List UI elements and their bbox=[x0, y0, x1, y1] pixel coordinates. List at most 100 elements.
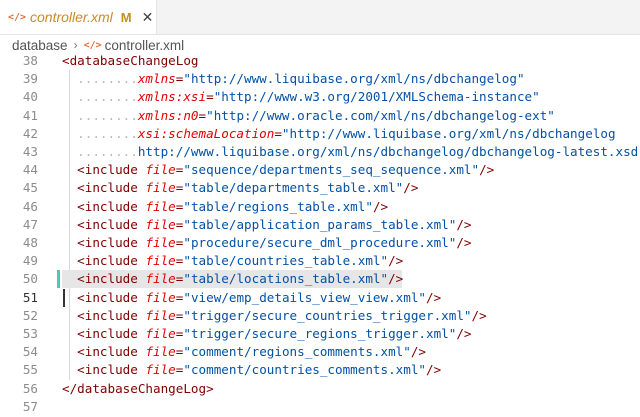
code-line[interactable]: 53 <include file="trigger/secure_regions… bbox=[0, 325, 640, 343]
git-change-marker[interactable] bbox=[57, 270, 60, 289]
line-number: 51 bbox=[22, 289, 38, 305]
xml-attribute-value: http://www.liquibase.org/xml/ns/dbchange… bbox=[137, 144, 640, 159]
xml-attribute: file bbox=[145, 253, 176, 269]
xml-attribute: file bbox=[145, 235, 176, 250]
code-text: <include file="table/countries_table.xml… bbox=[62, 252, 403, 270]
xml-punctuation: /> bbox=[426, 289, 442, 305]
code-text: <include file="table/regions_table.xml"/… bbox=[62, 198, 388, 216]
xml-punctuation: /> bbox=[456, 216, 472, 232]
xml-tag-name: include bbox=[84, 362, 138, 378]
xml-attribute: file bbox=[145, 326, 176, 341]
xml-punctuation: < bbox=[77, 271, 85, 287]
xml-attribute: file bbox=[145, 271, 176, 287]
xml-tag-name: databaseChangeLog bbox=[77, 380, 207, 396]
xml-punctuation: /> bbox=[388, 253, 404, 269]
xml-attribute-value: "comment/regions_comments.xml" bbox=[183, 344, 411, 360]
line-number: 49 bbox=[22, 253, 38, 269]
xml-punctuation: /> bbox=[456, 326, 472, 341]
code-text: <include file="table/departments_table.x… bbox=[62, 179, 418, 197]
code-text: </databaseChangeLog> bbox=[62, 380, 214, 398]
xml-attribute-value: "table/regions_table.xml" bbox=[183, 198, 373, 214]
xml-attribute-value: "http://www.liquibase.org/xml/ns/dbchang… bbox=[183, 71, 525, 87]
xml-tag-name: include bbox=[84, 344, 138, 360]
code-line[interactable]: 48 <include file="procedure/secure_dml_p… bbox=[0, 234, 640, 252]
xml-tag-name: include bbox=[84, 307, 138, 323]
xml-punctuation: /> bbox=[456, 235, 472, 250]
code-line[interactable]: 46 <include file="table/regions_table.xm… bbox=[0, 198, 640, 216]
xml-attribute-value: "trigger/secure_countries_trigger.xml" bbox=[183, 307, 472, 323]
code-line[interactable]: 52 <include file="trigger/secure_countri… bbox=[0, 307, 640, 325]
tab-controller-xml[interactable]: </> controller.xml M ✕ bbox=[0, 0, 157, 34]
code-line[interactable]: 47 <include file="table/application_para… bbox=[0, 216, 640, 234]
xml-punctuation: /> bbox=[372, 198, 389, 214]
code-line[interactable]: 57 bbox=[0, 398, 640, 416]
xml-punctuation: = bbox=[274, 125, 282, 141]
code-line[interactable]: 45 <include file="table/departments_tabl… bbox=[0, 179, 640, 197]
code-editor[interactable]: 38 < databaseChangeLog 39 ........xmlns="ht… bbox=[0, 50, 640, 417]
code-line[interactable]: 54 <include file="comment/regions_commen… bbox=[0, 343, 640, 361]
xml-punctuation: /> bbox=[479, 162, 495, 178]
xml-file-icon: </> bbox=[83, 39, 102, 51]
code-line[interactable]: 42 ........xsi:schemaLocation="http://ww… bbox=[0, 125, 640, 143]
xml-punctuation: /> bbox=[403, 180, 419, 196]
xml-punctuation: < bbox=[62, 53, 70, 68]
xml-punctuation: < bbox=[77, 235, 85, 250]
xml-attribute-value: "table/application_params_table.xml" bbox=[183, 216, 457, 232]
line-number: 42 bbox=[22, 125, 38, 141]
code-text: <include file="trigger/secure_countries_… bbox=[62, 307, 487, 325]
line-number: 47 bbox=[22, 216, 38, 232]
xml-tag-name: include bbox=[84, 326, 138, 341]
code-text: <include file="procedure/secure_dml_proc… bbox=[62, 234, 472, 252]
xml-attribute: xsi:schemaLocation bbox=[137, 125, 275, 141]
xml-attribute-value: "http://www.liquibase.org/xml/ns/dbchang… bbox=[281, 125, 616, 141]
code-text: <include file="comment/countries_comment… bbox=[62, 361, 441, 379]
code-line[interactable]: 41 ........xmlns:n0="http://www.oracle.c… bbox=[0, 107, 640, 125]
code-text: ........http://www.liquibase.org/xml/ns/… bbox=[62, 143, 640, 161]
xml-punctuation: > bbox=[206, 380, 214, 396]
line-number: 50 bbox=[22, 271, 38, 287]
line-number: 54 bbox=[22, 344, 38, 360]
code-line[interactable]: 43 ........http://www.liquibase.org/xml/… bbox=[0, 143, 640, 161]
code-line[interactable]: 55 <include file="comment/countries_comm… bbox=[0, 361, 640, 379]
line-number: 41 bbox=[22, 107, 38, 123]
line-number: 52 bbox=[22, 307, 38, 323]
xml-attribute: xmlns:n0 bbox=[137, 107, 199, 123]
modified-indicator: M bbox=[120, 9, 132, 25]
whitespace-dots: ........ bbox=[77, 125, 138, 141]
code-text: <include file="view/emp_details_view_vie… bbox=[62, 289, 441, 307]
line-number: 40 bbox=[22, 89, 38, 105]
xml-punctuation: /> bbox=[426, 362, 442, 378]
whitespace-dots: ........ bbox=[77, 144, 138, 159]
xml-punctuation: < bbox=[77, 216, 85, 232]
code-line[interactable]: 44 <include file="sequence/departments_s… bbox=[0, 161, 640, 179]
close-tab-icon[interactable]: ✕ bbox=[142, 9, 154, 26]
xml-punctuation: < bbox=[77, 289, 85, 305]
code-line[interactable]: 50 <include file="table/locations_table.… bbox=[0, 270, 640, 289]
xml-punctuation: < bbox=[77, 307, 85, 323]
code-text: <include file="comment/regions_comments.… bbox=[62, 343, 426, 361]
xml-punctuation: < bbox=[77, 180, 85, 196]
xml-punctuation: = bbox=[206, 89, 214, 105]
xml-attribute-value: "http://www.w3.org/2001/XMLSchema-instan… bbox=[213, 89, 540, 105]
xml-punctuation: < bbox=[77, 344, 85, 360]
xml-attribute: file bbox=[145, 162, 176, 178]
xml-punctuation: < bbox=[77, 198, 85, 214]
code-line[interactable]: 56 </databaseChangeLog> bbox=[0, 380, 640, 398]
xml-punctuation: /> bbox=[410, 344, 427, 360]
line-number: 57 bbox=[22, 398, 38, 414]
line-number: 45 bbox=[22, 180, 38, 196]
xml-attribute: file bbox=[145, 289, 176, 305]
xml-attribute-value: "http://www.oracle.com/xml/ns/dbchangelo… bbox=[206, 107, 555, 123]
line-number: 55 bbox=[22, 362, 38, 378]
code-line[interactable]: 38 <databaseChangeLog bbox=[0, 52, 640, 70]
xml-attribute-value: "comment/countries_comments.xml" bbox=[183, 362, 427, 378]
xml-attribute-value: "trigger/secure_regions_trigger.xml" bbox=[183, 326, 457, 341]
code-line[interactable]: 39 ........xmlns="http://www.liquibase.o… bbox=[0, 70, 640, 88]
line-number: 38 bbox=[22, 53, 38, 68]
code-line[interactable]: 51 <include file="view/emp_details_view_… bbox=[0, 288, 640, 307]
xml-tag-name: include bbox=[84, 271, 138, 287]
xml-tag-name: include bbox=[84, 235, 138, 250]
code-line[interactable]: 49 <include file="table/countries_table.… bbox=[0, 252, 640, 270]
code-line[interactable]: 40 ........xmlns:xsi="http://www.w3.org/… bbox=[0, 88, 640, 106]
